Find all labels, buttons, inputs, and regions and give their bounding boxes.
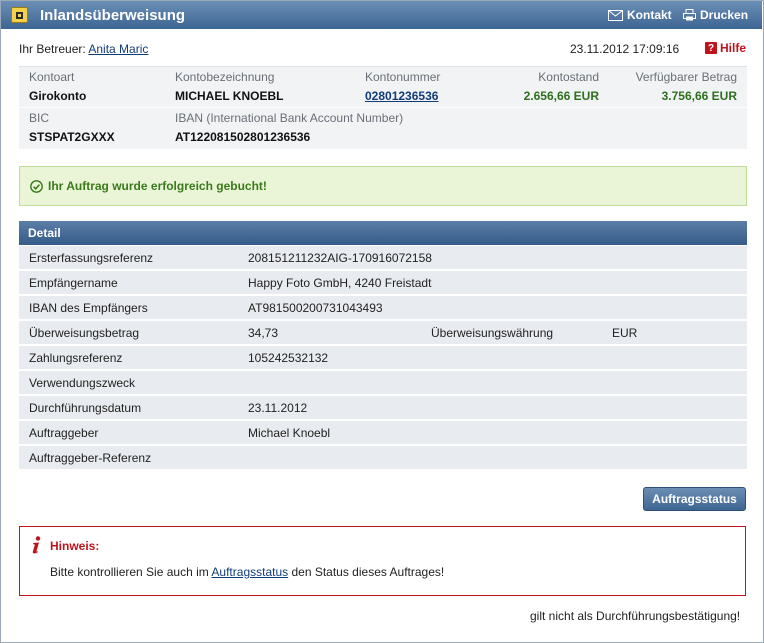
account-summary: Kontoart Kontobezeichnung Kontonummer Ko… [19,66,747,149]
kontonummer-link[interactable]: 02801236536 [365,89,438,103]
kontoart-value: Girokonto [29,89,87,103]
detail-row: Verwendungszweck [19,371,747,394]
bic-label: BIC [29,111,50,125]
detail-row-label: Durchführungsdatum [29,401,142,415]
hint-box: Hinweis: Bitte kontrollieren Sie auch im… [19,526,746,596]
transfer-icon [11,7,28,23]
success-message-box: Ihr Auftrag wurde erfolgreich gebucht! [19,166,747,206]
detail-header: Detail [19,221,747,245]
detail-row-value: AT981500200731043493 [248,301,383,315]
account-divider [19,107,747,108]
page-title: Inlandsüberweisung [40,7,186,24]
verfuegbar-value: 3.756,66 EUR [661,89,737,103]
detail-row: Empfängername Happy Foto GmbH, 4240 Frei… [19,271,747,294]
detail-row-value: Happy Foto GmbH, 4240 Freistadt [248,276,432,290]
footer-note: gilt nicht als Durchführungsbestätigung! [530,609,741,623]
kontobezeichnung-label: Kontobezeichnung [175,70,275,84]
detail-row-label: Ersterfassungsreferenz [29,251,154,265]
detail-row-label: Empfängername [29,276,118,290]
kontoart-label: Kontoart [29,70,75,84]
verfuegbar-label: Verfügbarer Betrag [635,70,737,84]
advisor-label: Ihr Betreuer: [19,42,86,56]
kontostand-label: Kontostand [538,70,599,84]
print-label: Drucken [700,8,749,22]
kontostand-value: 2.656,66 EUR [523,89,599,103]
detail-row-value-2: EUR [612,326,638,340]
iban-label: IBAN (International Bank Account Number) [175,111,404,125]
title-bar: Inlandsüberweisung Kontakt Drucken [1,1,762,29]
help-link[interactable]: ? Hilfe [705,41,746,55]
detail-row-value: 23.11.2012 [248,401,308,415]
advisor-name-link[interactable]: Anita Maric [88,42,148,56]
iban-value: AT122081502801236536 [175,130,311,144]
contact-link[interactable]: Kontakt [608,8,672,22]
current-datetime: 23.11.2012 17:09:16 [570,42,680,56]
detail-row-label: Zahlungsreferenz [29,351,123,365]
envelope-icon [608,9,623,21]
detail-title: Detail [28,226,61,240]
detail-table: Ersterfassungsreferenz 208151211232AIG-1… [19,246,747,471]
detail-row-value: 34,73 [248,326,279,340]
contact-label: Kontakt [627,8,672,22]
detail-row-label: Überweisungsbetrag [29,326,140,340]
detail-row: Auftraggeber-Referenz [19,446,747,469]
detail-row-value: Michael Knoebl [248,426,331,440]
info-icon [29,536,43,554]
printer-icon [683,9,696,21]
detail-row-label: Verwendungszweck [29,376,136,390]
print-link[interactable]: Drucken [683,8,748,22]
detail-row-label: Auftraggeber-Referenz [29,451,152,465]
kontonummer-label: Kontonummer [365,70,441,84]
order-status-button[interactable]: Auftragsstatus [643,487,746,511]
advisor-line: Ihr Betreuer: Anita Maric [19,42,148,56]
detail-row-label-2: Überweisungswährung [431,326,554,340]
help-icon: ? [705,42,717,54]
detail-row: IBAN des Empfängers AT981500200731043493 [19,296,747,319]
detail-row: Zahlungsreferenz 105242532132 [19,346,747,369]
bic-value: STSPAT2GXXX [29,130,115,144]
detail-row: Ersterfassungsreferenz 208151211232AIG-1… [19,246,747,269]
hint-text-after: den Status dieses Auftrages! [288,565,445,579]
checkmark-icon [30,179,43,193]
hint-text: Bitte kontrollieren Sie auch im Auftrags… [50,565,444,579]
hint-title: Hinweis: [50,539,100,553]
detail-row-label: Auftraggeber [29,426,99,440]
hint-text-before: Bitte kontrollieren Sie auch im [50,565,212,579]
detail-row-label: IBAN des Empfängers [29,301,148,315]
detail-row: Auftraggeber Michael Knoebl [19,421,747,444]
detail-row-value: 208151211232AIG-170916072158 [248,251,432,265]
success-message-text: Ihr Auftrag wurde erfolgreich gebucht! [48,179,267,193]
detail-row-value: 105242532132 [248,351,329,365]
order-status-link[interactable]: Auftragsstatus [211,565,288,579]
detail-row: Durchführungsdatum 23.11.2012 [19,396,747,419]
help-label: Hilfe [720,41,747,55]
detail-row: Überweisungsbetrag 34,73 Überweisungswäh… [19,321,747,344]
kontobezeichnung-value: MICHAEL KNOEBL [175,89,284,103]
